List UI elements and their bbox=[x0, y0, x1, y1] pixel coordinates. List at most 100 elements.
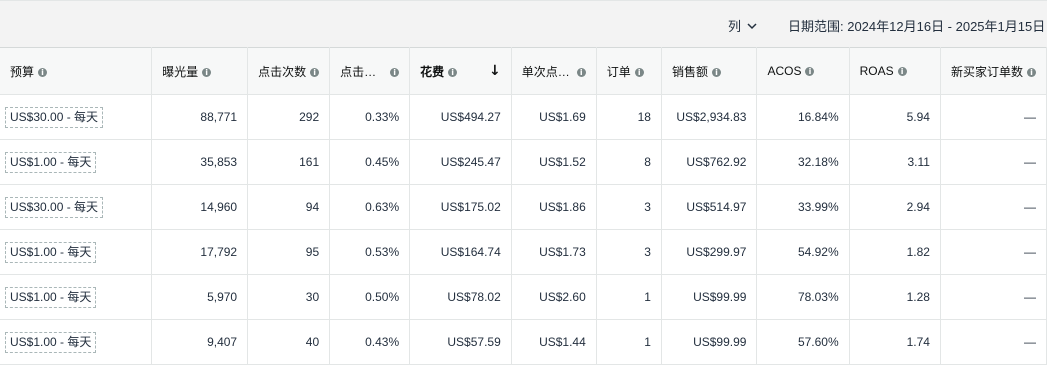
column-header-impressions[interactable]: 曝光量 i bbox=[151, 47, 249, 95]
info-icon[interactable]: i bbox=[38, 67, 48, 77]
new-buyer-orders-cell: — bbox=[940, 184, 1047, 230]
column-header-orders[interactable]: 订单 i bbox=[596, 47, 662, 95]
column-header-clicks[interactable]: 点击次数 i bbox=[247, 47, 331, 95]
orders-cell: 3 bbox=[596, 184, 662, 230]
orders-cell: 18 bbox=[596, 94, 662, 140]
column-header-label: 点击… bbox=[340, 64, 377, 79]
column-header-ctr[interactable]: 点击… i bbox=[329, 47, 411, 95]
cpc-cell: US$1.73 bbox=[511, 229, 597, 275]
column-header-label: 曝光量 bbox=[162, 64, 199, 79]
orders-cell: 8 bbox=[596, 139, 662, 185]
sales-cell: US$2,934.83 bbox=[661, 94, 758, 140]
clicks-cell: 95 bbox=[247, 229, 331, 275]
column-header-label: 销售额 bbox=[671, 64, 708, 79]
impressions-cell: 9,407 bbox=[151, 319, 249, 365]
table-header-row: 预算 i 曝光量 i 点击次数 i 点击… i 花费 i ↓ 单次点… i 订单 i 销售额 i … bbox=[0, 47, 1047, 95]
info-icon[interactable]: i bbox=[634, 67, 644, 77]
table-row: US$1.00 - 每天 17,792 95 0.53% US$164.74 U… bbox=[0, 229, 1047, 275]
budget-cell: US$1.00 - 每天 bbox=[0, 229, 153, 275]
table-row: US$1.00 - 每天 9,407 40 0.43% US$57.59 US$… bbox=[0, 319, 1047, 365]
column-header-roas[interactable]: ROAS i bbox=[849, 47, 941, 95]
clicks-cell: 292 bbox=[247, 94, 331, 140]
date-range-label[interactable]: 日期范围: 2024年12月16日 - 2025年1月15日 bbox=[788, 16, 1045, 34]
impressions-cell: 14,960 bbox=[151, 184, 249, 230]
cpc-cell: US$1.52 bbox=[511, 139, 597, 185]
budget-cell: US$30.00 - 每天 bbox=[0, 184, 153, 230]
budget-edit-button[interactable]: US$1.00 - 每天 bbox=[5, 241, 97, 263]
info-icon[interactable]: i bbox=[897, 67, 907, 77]
acos-cell: 54.92% bbox=[756, 229, 850, 275]
chevron-down-icon bbox=[747, 18, 757, 33]
info-icon[interactable]: i bbox=[1026, 67, 1036, 77]
info-icon[interactable]: i bbox=[576, 67, 586, 77]
spend-cell: US$175.02 bbox=[409, 184, 512, 230]
info-icon[interactable]: i bbox=[202, 67, 212, 77]
column-header-label: 预算 bbox=[10, 64, 35, 79]
orders-cell: 3 bbox=[596, 229, 662, 275]
clicks-cell: 30 bbox=[247, 274, 331, 320]
budget-edit-button[interactable]: US$1.00 - 每天 bbox=[5, 151, 97, 173]
sales-cell: US$514.97 bbox=[661, 184, 758, 230]
orders-cell: 1 bbox=[596, 274, 662, 320]
table-row: US$30.00 - 每天 88,771 292 0.33% US$494.27… bbox=[0, 94, 1047, 140]
roas-cell: 1.82 bbox=[849, 229, 941, 275]
roas-cell: 3.11 bbox=[849, 139, 941, 185]
ctr-cell: 0.53% bbox=[329, 229, 411, 275]
clicks-cell: 94 bbox=[247, 184, 331, 230]
campaign-table: 预算 i 曝光量 i 点击次数 i 点击… i 花费 i ↓ 单次点… i 订单 i 销售额 i … bbox=[0, 47, 1047, 365]
cpc-cell: US$2.60 bbox=[511, 274, 597, 320]
column-header-label: 花费 bbox=[420, 64, 445, 79]
acos-cell: 16.84% bbox=[756, 94, 850, 140]
roas-cell: 5.94 bbox=[849, 94, 941, 140]
table-row: US$1.00 - 每天 35,853 161 0.45% US$245.47 … bbox=[0, 139, 1047, 185]
columns-dropdown-label: 列 bbox=[728, 18, 742, 34]
column-header-label: ROAS bbox=[859, 64, 894, 78]
spend-cell: US$78.02 bbox=[409, 274, 512, 320]
table-row: US$1.00 - 每天 5,970 30 0.50% US$78.02 US$… bbox=[0, 274, 1047, 320]
budget-edit-button[interactable]: US$30.00 - 每天 bbox=[5, 106, 104, 128]
column-header-label: 新买家订单数 bbox=[950, 64, 1023, 79]
sales-cell: US$299.97 bbox=[661, 229, 758, 275]
column-header-cpc[interactable]: 单次点… i bbox=[511, 47, 597, 95]
clicks-cell: 40 bbox=[247, 319, 331, 365]
sales-cell: US$99.99 bbox=[661, 319, 758, 365]
budget-edit-button[interactable]: US$1.00 - 每天 bbox=[5, 331, 97, 353]
column-header-sales[interactable]: 销售额 i bbox=[661, 47, 758, 95]
column-header-label: 订单 bbox=[606, 64, 631, 79]
new-buyer-orders-cell: — bbox=[940, 139, 1047, 185]
spend-cell: US$164.74 bbox=[409, 229, 512, 275]
cpc-cell: US$1.44 bbox=[511, 319, 597, 365]
info-icon[interactable]: i bbox=[448, 67, 458, 77]
columns-dropdown[interactable]: 列 bbox=[728, 16, 757, 34]
budget-cell: US$1.00 - 每天 bbox=[0, 274, 153, 320]
budget-cell: US$1.00 - 每天 bbox=[0, 319, 153, 365]
info-icon[interactable]: i bbox=[711, 67, 721, 77]
spend-cell: US$245.47 bbox=[409, 139, 512, 185]
impressions-cell: 35,853 bbox=[151, 139, 249, 185]
info-icon[interactable]: i bbox=[310, 67, 320, 77]
column-header-label: ACOS bbox=[767, 64, 802, 78]
ctr-cell: 0.33% bbox=[329, 94, 411, 140]
new-buyer-orders-cell: — bbox=[940, 94, 1047, 140]
budget-edit-button[interactable]: US$30.00 - 每天 bbox=[5, 196, 104, 218]
roas-cell: 1.74 bbox=[849, 319, 941, 365]
spend-cell: US$494.27 bbox=[409, 94, 512, 140]
acos-cell: 32.18% bbox=[756, 139, 850, 185]
impressions-cell: 17,792 bbox=[151, 229, 249, 275]
spend-cell: US$57.59 bbox=[409, 319, 512, 365]
column-header-label: 点击次数 bbox=[258, 64, 307, 79]
column-header-new-buyer-orders[interactable]: 新买家订单数 i bbox=[940, 47, 1047, 95]
column-header-budget[interactable]: 预算 i bbox=[0, 47, 153, 95]
sales-cell: US$762.92 bbox=[661, 139, 758, 185]
table-toolbar: 列 日期范围: 2024年12月16日 - 2025年1月15日 bbox=[0, 0, 1047, 47]
new-buyer-orders-cell: — bbox=[940, 229, 1047, 275]
budget-edit-button[interactable]: US$1.00 - 每天 bbox=[5, 286, 97, 308]
info-icon[interactable]: i bbox=[390, 67, 400, 77]
new-buyer-orders-cell: — bbox=[940, 319, 1047, 365]
column-header-acos[interactable]: ACOS i bbox=[756, 47, 850, 95]
info-icon[interactable]: i bbox=[805, 67, 815, 77]
acos-cell: 57.60% bbox=[756, 319, 850, 365]
roas-cell: 1.28 bbox=[849, 274, 941, 320]
orders-cell: 1 bbox=[596, 319, 662, 365]
column-header-spend[interactable]: 花费 i ↓ bbox=[409, 47, 512, 95]
